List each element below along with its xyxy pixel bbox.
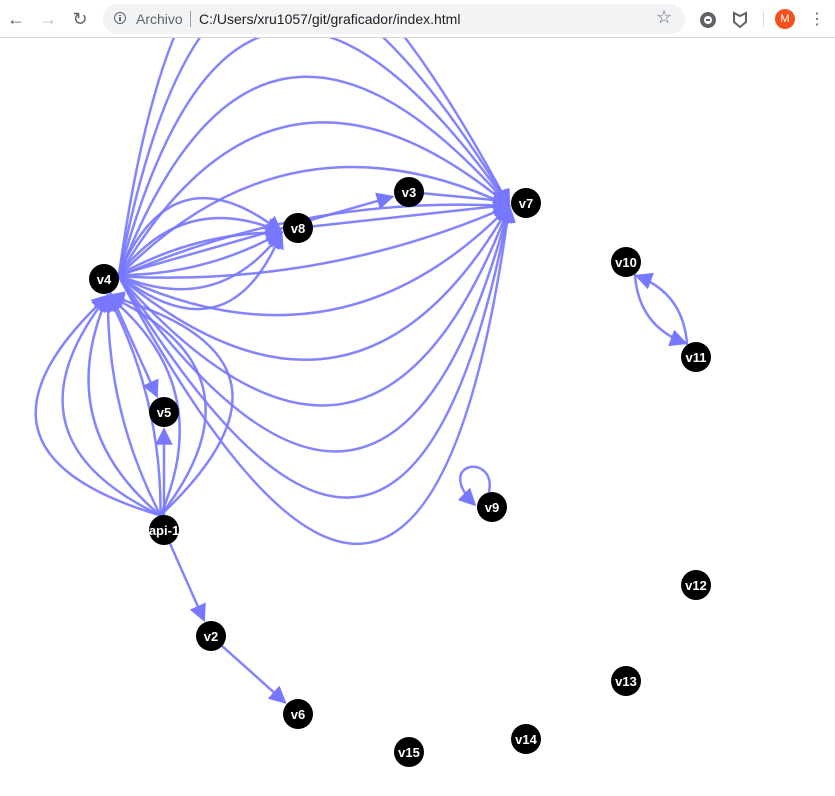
node-v14[interactable]: v14 <box>511 724 541 754</box>
node-label: v3 <box>402 185 416 200</box>
back-icon[interactable]: ← <box>4 7 28 31</box>
node-label: v2 <box>204 629 218 644</box>
menu-icon[interactable]: ⋮ <box>809 9 825 29</box>
reload-icon[interactable]: ↻ <box>68 7 92 31</box>
forward-icon[interactable]: → <box>36 7 60 31</box>
star-icon[interactable]: ☆ <box>656 7 672 28</box>
node-label: v4 <box>97 272 112 287</box>
url-text[interactable]: C:/Users/xru1057/git/graficador/index.ht… <box>199 11 460 27</box>
node-v3[interactable]: v3 <box>394 177 424 207</box>
node-v15[interactable]: v15 <box>394 737 424 767</box>
node-v11[interactable]: v11 <box>681 342 711 372</box>
edge-v4-v7 <box>117 38 511 277</box>
node-label: v13 <box>615 674 637 689</box>
node-v2[interactable]: v2 <box>196 621 226 651</box>
edge-v4-v7 <box>117 75 511 277</box>
node-v12[interactable]: v12 <box>681 570 711 600</box>
edge-v8-v7 <box>312 197 511 228</box>
origin-label: Archivo <box>136 11 183 27</box>
node-label: v15 <box>398 745 420 760</box>
node-label: v8 <box>291 221 305 236</box>
node-v7[interactable]: v7 <box>511 188 541 218</box>
node-v5[interactable]: v5 <box>149 397 179 427</box>
node-v4[interactable]: v4 <box>89 264 119 294</box>
toolbar-divider <box>763 11 764 27</box>
node-label: v6 <box>291 707 305 722</box>
avatar[interactable]: M <box>775 9 795 29</box>
node-v10[interactable]: v10 <box>611 247 641 277</box>
node-label: v9 <box>485 500 499 515</box>
edge-v4-v7 <box>117 165 511 278</box>
node-label: v11 <box>686 350 707 365</box>
node-label: api-1 <box>149 523 179 538</box>
node-v8[interactable]: v8 <box>283 213 313 243</box>
node-label: v14 <box>515 732 537 747</box>
edge-api1-v2 <box>168 543 206 623</box>
edges-layer <box>34 38 689 704</box>
node-label: v12 <box>685 578 707 593</box>
shield-icon[interactable] <box>731 11 749 29</box>
extension-icon[interactable] <box>699 11 717 29</box>
node-v9[interactable]: v9 <box>477 492 507 522</box>
node-label: v7 <box>519 196 533 211</box>
edge-v2-v6 <box>221 645 287 704</box>
edge-v4-v7 <box>118 204 511 317</box>
node-v13[interactable]: v13 <box>611 666 641 696</box>
nodes-layer: v4 v7 v8 v3 v5 api-1 v2 v6 v9 v10 v11 v12 v13 v14 v15 <box>89 177 711 767</box>
edge-v4-v8 <box>118 230 283 291</box>
address-bar[interactable]: Archivo C:/Users/xru1057/git/graficador/… <box>103 4 685 34</box>
node-v6[interactable]: v6 <box>283 699 313 729</box>
edge-v4-v7 <box>117 38 511 277</box>
graph-canvas: v4 v7 v8 v3 v5 api-1 v2 v6 v9 v10 v11 v12 v13 v14 v15 <box>34 38 711 767</box>
separator <box>190 11 191 27</box>
node-label: v10 <box>615 255 637 270</box>
edge-v4-v7 <box>117 38 511 277</box>
info-icon[interactable] <box>114 12 126 24</box>
node-api1[interactable]: api-1 <box>149 515 179 545</box>
browser-toolbar: ← → ↻ Archivo C:/Users/xru1057/git/grafi… <box>0 0 835 38</box>
node-label: v5 <box>157 405 171 420</box>
